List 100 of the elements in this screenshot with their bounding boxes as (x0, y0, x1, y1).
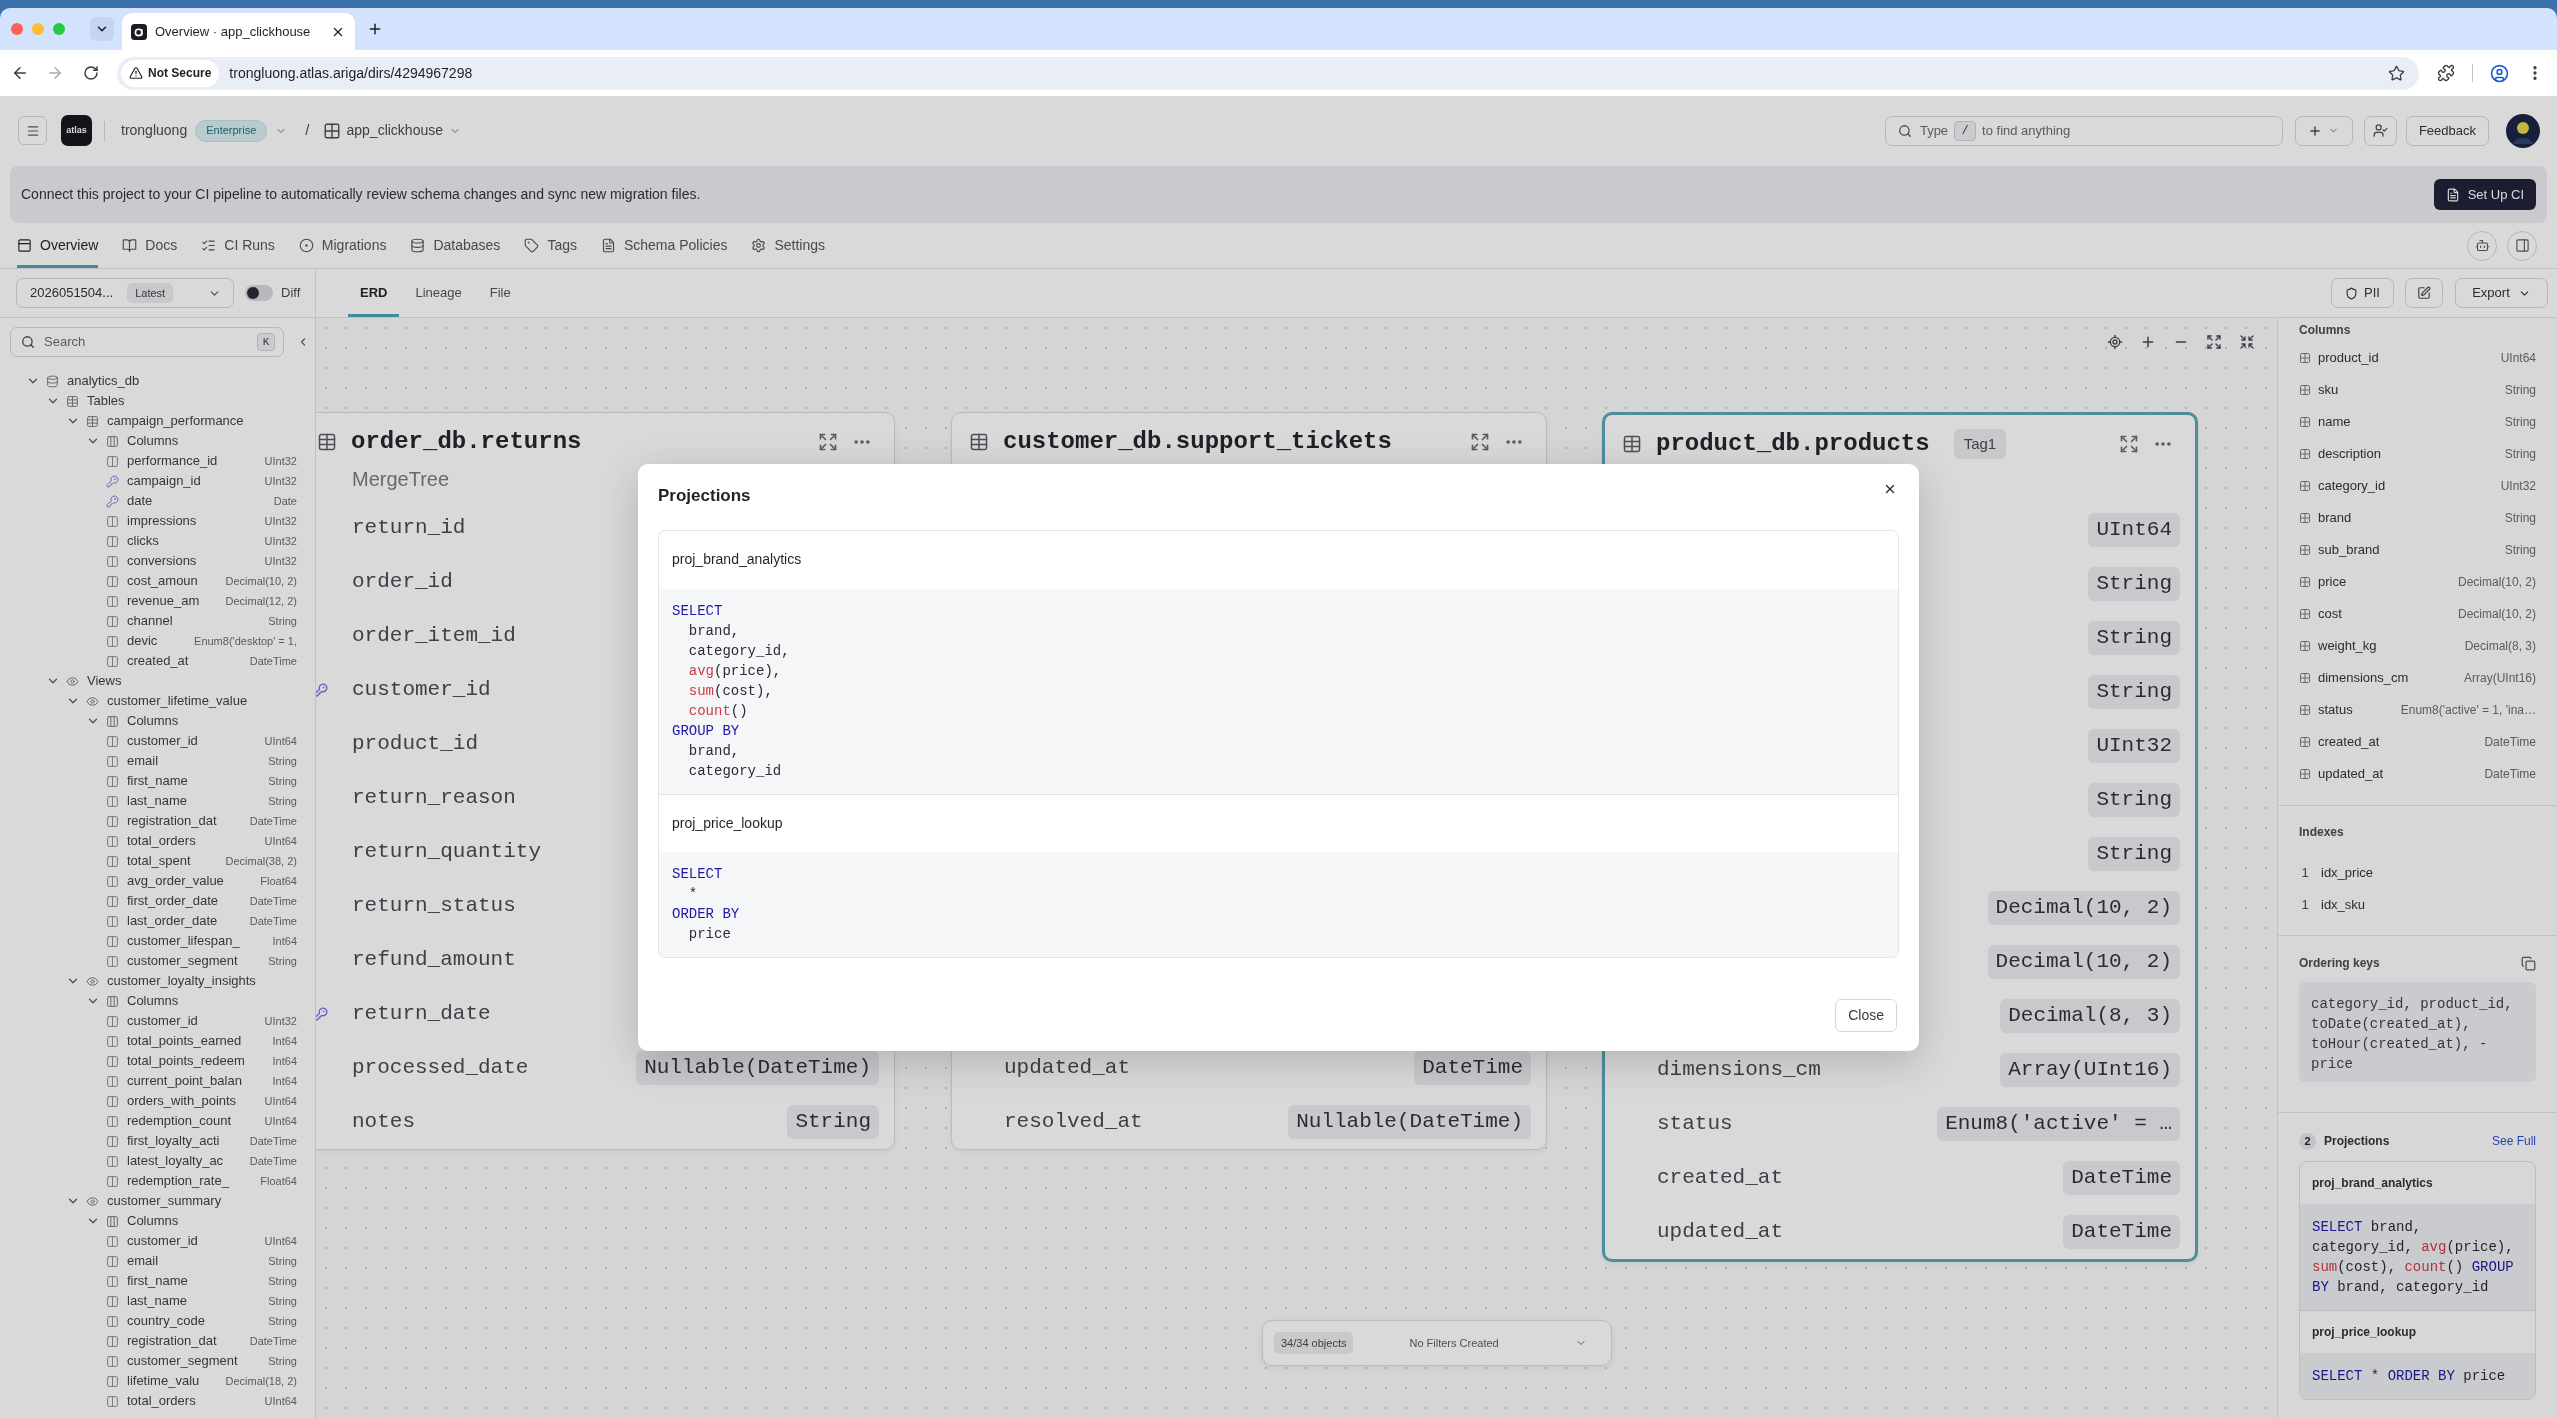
column-type: UInt64 (2088, 513, 2180, 547)
column-type: String (267, 1254, 297, 1268)
column-type: Decimal(10, 2) (2456, 606, 2536, 623)
column-type: String (2088, 675, 2180, 709)
code-line: avg(price), (688, 661, 782, 681)
column-type: DateTime (1414, 1051, 1531, 1085)
column-type: UInt32 (263, 474, 297, 488)
code-line: category_id, (688, 641, 790, 661)
column-type: Int64 (271, 1054, 297, 1068)
column-type: Decimal(10, 2) (224, 574, 297, 588)
table-title: customer_db.support_tickets (1003, 427, 1392, 457)
column-type: String (2503, 446, 2536, 463)
column-name: created_at (1657, 1165, 1784, 1192)
column-name: return_quantity (352, 839, 542, 866)
column-type: Decimal(38, 2) (224, 854, 297, 868)
column-type: Enum8('desktop' = 1, (193, 634, 297, 648)
column-type: Nullable(DateTime) (1288, 1105, 1531, 1139)
shortcut-key: K (257, 333, 275, 351)
column-type: UInt64 (263, 1394, 297, 1408)
column-name: customer_id (352, 677, 491, 704)
code-block: SELECT brand, category_id, avg(price), sum(cost), count() GROUP BY brand, category_id (2300, 1204, 2535, 1310)
column-type: String (2503, 510, 2536, 527)
column-type: String (2088, 837, 2180, 871)
column-name: resolved_at (1004, 1109, 1143, 1136)
column-type: DateTime (248, 894, 297, 908)
dialog-title: Projections (658, 485, 751, 506)
column-name: status (1657, 1111, 1733, 1138)
column-type: Int64 (271, 1074, 297, 1088)
column-type: UInt64 (2499, 350, 2536, 367)
column-type: Float64 (259, 874, 297, 888)
column-name: updated_at (1004, 1055, 1131, 1082)
column-type: UInt32 (263, 1014, 297, 1028)
section-heading: Ordering keys (2299, 955, 2380, 972)
object-count-badge: 34/34 objects (1274, 1332, 1354, 1354)
column-name: dimensions_cm (1657, 1057, 1821, 1084)
column-name: product_id (352, 731, 479, 758)
index-number: 1 (2300, 896, 2310, 915)
projection-name: proj_brand_analytics (2312, 1175, 2433, 1192)
projection-name: proj_price_lookup (2312, 1324, 2417, 1341)
column-type: UInt32 (263, 454, 297, 468)
column-type: Nullable(DateTime) (636, 1051, 879, 1085)
column-type: String (267, 954, 297, 968)
column-type: Decimal(18, 2) (224, 1374, 297, 1388)
column-type: DateTime (2483, 766, 2536, 783)
column-type: UInt64 (263, 834, 297, 848)
column-name: processed_date (352, 1055, 529, 1082)
column-type: Decimal(10, 2) (1987, 945, 2180, 979)
column-name: return_id (352, 515, 466, 542)
column-type: String (267, 1354, 297, 1368)
column-type: String (267, 754, 297, 768)
column-type: Decimal(10, 2) (1987, 891, 2180, 925)
column-name: order_item_id (352, 623, 516, 650)
column-type: String (267, 1274, 297, 1288)
column-type: UInt64 (263, 1234, 297, 1248)
column-type: DateTime (2483, 734, 2536, 751)
column-type: UInt32 (2088, 729, 2180, 763)
code-line: category_id (688, 761, 782, 781)
column-type: UInt32 (2499, 478, 2536, 495)
column-type: DateTime (248, 814, 297, 828)
engine-label: MergeTree (352, 467, 450, 492)
column-type: String (2088, 621, 2180, 655)
banner-text: Connect this project to your CI pipeline to automatically review schema changes and sync new migration files. (21, 185, 701, 204)
column-type: String (2088, 567, 2180, 601)
index-number: 1 (2300, 864, 2310, 883)
code-line: count() (688, 701, 748, 721)
code-block: category_id, product_id, toDate(created_at), toHour(created_at), -price (2299, 982, 2536, 1082)
code-line: GROUP BY (672, 721, 740, 741)
table-title: order_db.returns (351, 427, 582, 457)
column-type: String (787, 1105, 879, 1139)
column-type: Enum8('active' = 1, 'ina… (2399, 702, 2536, 719)
column-type: Array(UInt16) (2462, 670, 2536, 687)
section-heading: Columns (2299, 322, 2351, 339)
logo: atlas (61, 115, 92, 146)
column-type: DateTime (248, 1154, 297, 1168)
column-type: DateTime (248, 1334, 297, 1348)
column-type: DateTime (248, 654, 297, 668)
column-type: Decimal(8, 3) (2463, 638, 2536, 655)
code-line: ORDER BY (672, 904, 740, 924)
column-type: Int64 (271, 934, 297, 948)
table-title: product_db.products (1656, 429, 1930, 459)
column-type: Decimal(12, 2) (224, 594, 297, 608)
plan-badge: Enterprise (195, 119, 268, 142)
column-type: String (267, 774, 297, 788)
code-line: brand, (688, 621, 740, 641)
code-line: brand, (688, 741, 740, 761)
column-type: UInt64 (263, 1114, 297, 1128)
column-name: return_status (352, 893, 516, 920)
breadcrumb-separator: / (305, 120, 310, 141)
column-type: String (267, 1294, 297, 1308)
column-type: DateTime (248, 914, 297, 928)
column-name: refund_amount (352, 947, 516, 974)
column-type: Array(UInt16) (2000, 1053, 2180, 1087)
column-name: notes (352, 1109, 415, 1136)
column-type: DateTime (248, 1134, 297, 1148)
column-type: DateTime (2063, 1161, 2180, 1195)
column-type: Date (272, 494, 297, 508)
column-type: DateTime (2063, 1215, 2180, 1249)
column-type: UInt32 (263, 514, 297, 528)
column-name: return_reason (352, 785, 516, 812)
diff-label: Diff (281, 284, 301, 303)
